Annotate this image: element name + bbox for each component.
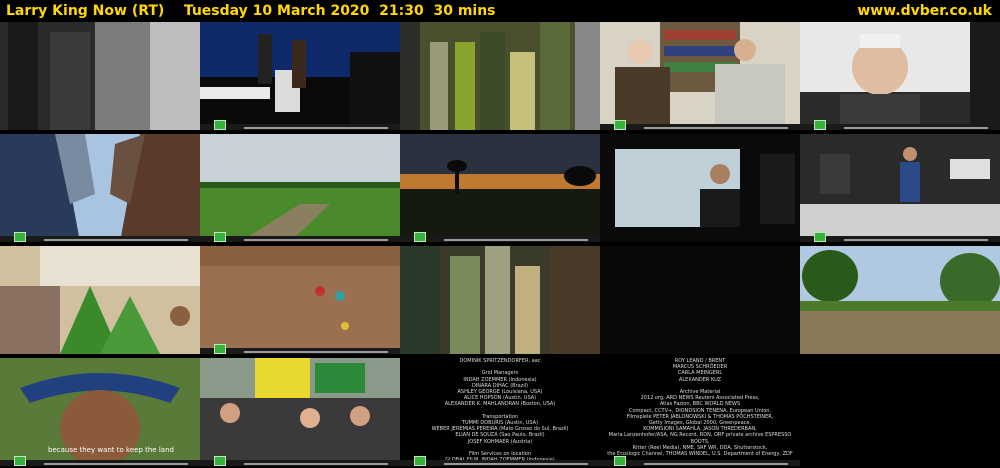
epg-header: Larry King Now (RT) Tuesday 10 March 202… (0, 0, 1000, 22)
channel-logo (214, 344, 226, 354)
green-field-image (200, 134, 400, 242)
conference-stage-image (200, 22, 400, 130)
credit-line: Maria Lanzenhofer/ASA, NG Record, RDN, O… (608, 432, 792, 445)
news-ticker (600, 120, 800, 130)
channel-logo (814, 120, 826, 130)
thumbnail-dark[interactable] (600, 246, 800, 354)
news-ticker (800, 232, 1000, 242)
blurred-stripes-image (0, 22, 200, 130)
credits-text: ROY LEAND / BRENT MARCUS SCHRÖEDER CARLA M… (600, 358, 800, 458)
thumbnail[interactable] (600, 134, 800, 242)
thumbnail-grid: because they want to keep the land DOMIN… (0, 22, 1000, 468)
blurred-stripes-image (400, 246, 600, 354)
thumbnail[interactable] (0, 246, 200, 354)
thumbnail[interactable]: because they want to keep the land (0, 358, 200, 466)
ticker-text (444, 463, 588, 465)
news-ticker (400, 232, 600, 242)
channel-logo (814, 232, 826, 242)
news-ticker (400, 456, 600, 466)
library-interview-image (600, 22, 800, 130)
news-ticker (0, 232, 200, 242)
channel-logo (14, 232, 26, 242)
thumbnail[interactable] (400, 246, 600, 354)
speaker-closeup-image (800, 22, 1000, 130)
news-ticker (800, 120, 1000, 130)
ticker-text (844, 127, 988, 129)
thumbnail[interactable] (200, 22, 400, 130)
ticker-text (44, 239, 188, 241)
flooded-field-image (800, 246, 1000, 354)
thumbnail[interactable] (400, 22, 600, 130)
channel-logo (414, 232, 426, 242)
news-ticker (600, 456, 800, 466)
channel-logo (14, 456, 26, 466)
credits-text: DOMINIK SPRITZENDORFER, aac Grid Manager… (400, 358, 600, 463)
news-ticker (0, 456, 200, 466)
ticker-text (44, 463, 188, 465)
channel-logo (214, 232, 226, 242)
credit-line: Compact, CCTV+, DIONDSION TENENA, Europe… (628, 407, 772, 414)
thumbnail[interactable] (600, 22, 800, 130)
ticker-text (444, 239, 588, 241)
thumbnail[interactable] (0, 22, 200, 130)
blurred-stripes-image (400, 22, 600, 130)
news-ticker (200, 456, 400, 466)
sunset-plains-image (400, 134, 600, 242)
ticker-text (244, 351, 388, 353)
programme-title: Larry King Now (RT) Tuesday 10 March 202… (6, 3, 496, 19)
thumbnail[interactable] (0, 134, 200, 242)
channel-logo (414, 456, 426, 466)
ticker-text (644, 463, 788, 465)
leaves-rally-image (0, 246, 200, 354)
protest-crowd-image (200, 358, 400, 466)
skyscrapers-image (0, 134, 200, 242)
ticker-text (244, 463, 388, 465)
thumbnail[interactable] (800, 246, 1000, 354)
office-screens-image (800, 134, 1000, 242)
site-link[interactable]: www.dvber.co.uk (857, 0, 992, 22)
channel-logo (614, 456, 626, 466)
channel-logo (614, 120, 626, 130)
subtitle-caption: because they want to keep the land (48, 446, 174, 454)
thumbnail-credits[interactable]: ROY LEAND / BRENT MARCUS SCHRÖEDER CARLA M… (600, 358, 800, 466)
news-ticker (200, 232, 400, 242)
ticker-text (844, 239, 988, 241)
news-ticker (200, 120, 400, 130)
ticker-text (644, 127, 788, 129)
thumbnail[interactable] (400, 134, 600, 242)
thumbnail[interactable] (200, 134, 400, 242)
credit-line: the Ecoslogic Channel, THOMAS WINDEL, U.… (607, 451, 793, 458)
video-screen-image (600, 134, 800, 242)
ticker-text (244, 239, 388, 241)
muddy-river-image (200, 246, 400, 354)
thumbnail[interactable] (200, 358, 400, 466)
thumbnail[interactable] (800, 22, 1000, 130)
ticker-text (244, 127, 388, 129)
news-ticker (200, 344, 400, 354)
channel-logo (214, 120, 226, 130)
thumbnail-credits[interactable]: DOMINIK SPRITZENDORFER, aac Grid Manager… (400, 358, 600, 466)
channel-logo (214, 456, 226, 466)
thumbnail[interactable] (800, 134, 1000, 242)
thumbnail[interactable] (200, 246, 400, 354)
